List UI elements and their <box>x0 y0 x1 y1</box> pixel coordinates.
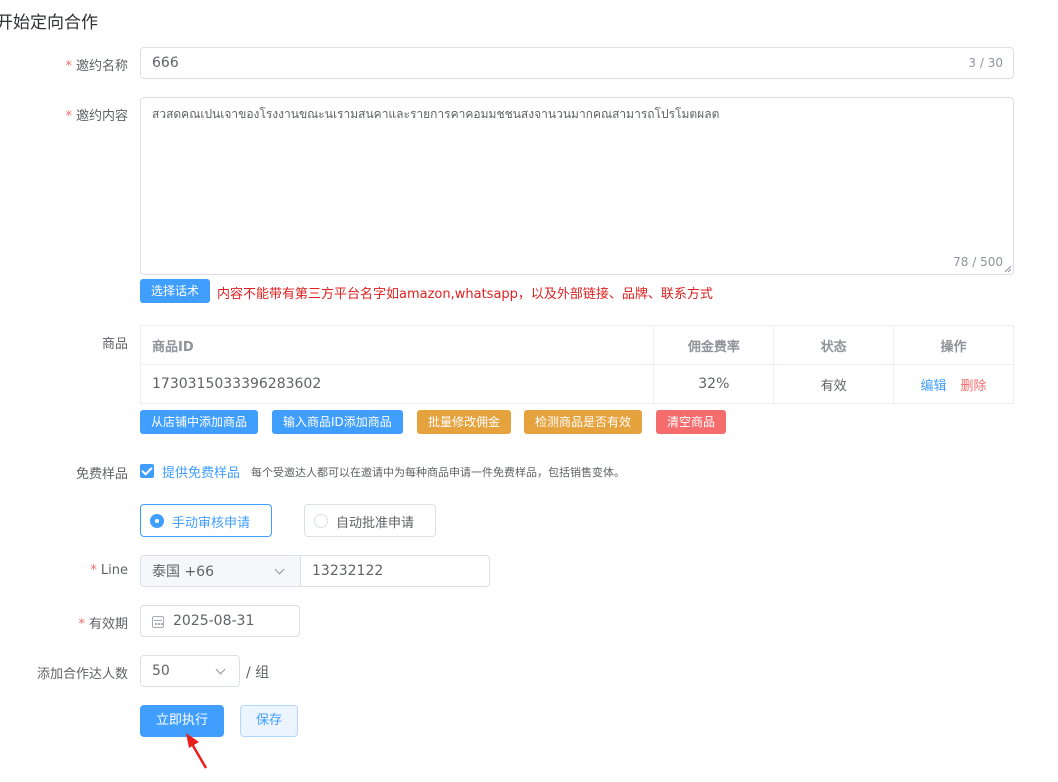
clear-goods-button[interactable]: 清空商品 <box>656 410 727 434</box>
line-label: * Line <box>90 563 128 578</box>
name-label: * 邀约名称 <box>65 59 128 74</box>
free-sample-description: 每个受邀达人都可以在邀请中为每种商品申请一件免费样品，包括销售变体。 <box>251 466 625 479</box>
chevron-down-icon <box>215 664 226 675</box>
expiry-label: * 有效期 <box>78 617 128 632</box>
content-value: สวสดคณเปนเจาของโรงงานขณะนเรามสนคาและรายก… <box>152 107 720 121</box>
page-title: 开始定向合作 <box>0 13 98 33</box>
save-button[interactable]: 保存 <box>240 705 299 737</box>
radio-manual-review[interactable]: 手动审核申请 <box>140 504 272 537</box>
actions-cell: 编辑 删除 <box>893 364 1014 404</box>
name-input[interactable]: 666 3 / 30 <box>140 47 1014 79</box>
commission-cell: 32% <box>653 364 775 404</box>
goods-table-header: 商品ID 佣金费率 状态 操作 <box>139 325 1014 365</box>
creator-count-select[interactable]: 50 <box>140 655 240 687</box>
country-code-select[interactable]: 泰国 +66 <box>140 555 301 587</box>
line-phone-input[interactable]: 13232122 <box>300 555 490 587</box>
col-status: 状态 <box>773 325 895 365</box>
content-warning: 内容不能带有第三方平台名字如amazon,whatsapp，以及外部链接、品牌、… <box>217 287 713 302</box>
name-value: 666 <box>152 55 179 71</box>
expiry-date-picker[interactable]: 2025-08-31 <box>140 605 300 637</box>
add-by-id-button[interactable]: 输入商品ID添加商品 <box>272 410 403 434</box>
name-counter: 3 / 30 <box>968 56 1003 70</box>
add-from-store-button[interactable]: 从店铺中添加商品 <box>140 410 259 434</box>
free-sample-checkbox-label[interactable]: 提供免费样品 <box>162 462 240 481</box>
table-row: 1730315033396283602 32% 有效 编辑 删除 <box>139 364 1014 404</box>
annotation-arrow-icon <box>186 733 208 769</box>
free-sample-checkbox[interactable] <box>140 464 154 478</box>
radio-selected-icon <box>150 514 164 528</box>
goods-table: 商品ID 佣金费率 状态 操作 1730315033396283602 32% … <box>139 325 1014 404</box>
calendar-icon <box>152 616 164 628</box>
country-code-value: 泰国 +66 <box>152 564 214 580</box>
chevron-down-icon <box>274 564 285 575</box>
radio-auto-approve[interactable]: 自动批准申请 <box>304 504 436 537</box>
radio-unselected-icon <box>314 514 328 528</box>
creator-count-value: 50 <box>152 663 170 679</box>
content-counter: 78 / 500 <box>953 255 1003 269</box>
col-commission: 佣金费率 <box>653 325 775 365</box>
goods-label: 商品 <box>101 337 128 352</box>
free-sample-label: 免费样品 <box>75 467 128 482</box>
batch-commission-button[interactable]: 批量修改佣金 <box>417 410 512 434</box>
col-goods-id: 商品ID <box>139 325 655 365</box>
content-textarea[interactable]: สวสดคณเปนเจาของโรงงานขณะนเรามสนคาและรายก… <box>140 97 1014 275</box>
goods-id-cell: 1730315033396283602 <box>139 364 655 404</box>
status-cell: 有效 <box>773 364 895 404</box>
content-label: * 邀约内容 <box>65 109 128 124</box>
expiry-value: 2025-08-31 <box>173 613 255 629</box>
delete-link[interactable]: 删除 <box>961 379 987 394</box>
creator-count-label: 添加合作达人数 <box>36 667 128 682</box>
resize-handle-icon[interactable] <box>1004 265 1012 273</box>
line-phone-value: 13232122 <box>312 563 384 579</box>
select-script-button[interactable]: 选择话术 <box>140 279 211 303</box>
col-actions: 操作 <box>893 325 1014 365</box>
check-goods-button[interactable]: 检测商品是否有效 <box>524 410 643 434</box>
creator-count-unit: / 组 <box>246 665 270 681</box>
edit-link[interactable]: 编辑 <box>921 379 947 394</box>
